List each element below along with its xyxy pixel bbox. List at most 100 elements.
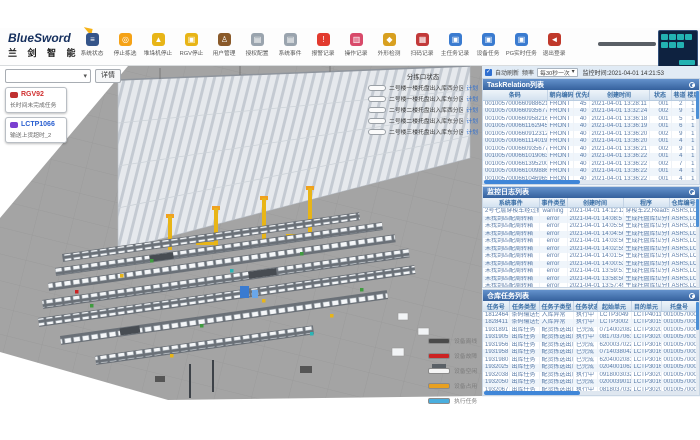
table-row[interactable]: 未找到匹配周转箱error2021-04-01 14:04:56生成托盘库位分配…: [483, 231, 697, 239]
table-row[interactable]: 未找到匹配周转箱error2021-04-01 14:05:56生成托盘库位分配…: [483, 223, 697, 231]
sorting-toggle[interactable]: [368, 96, 386, 103]
toolbar-item-device-tasks[interactable]: ▣设备任务: [472, 30, 505, 64]
table-row[interactable]: 未找到匹配周转箱error2021-04-01 14:01:54生成托盘库位分配…: [483, 253, 697, 261]
sorting-toggle[interactable]: [368, 85, 386, 92]
table-row[interactable]: 00100570006610098861FRONT402021-04-01 13…: [483, 168, 697, 176]
column-header[interactable]: 条码: [483, 90, 547, 100]
mini-panel[interactable]: [658, 30, 698, 68]
toolbar-item-rgv-stop[interactable]: ▣RGV停止: [175, 30, 208, 64]
vertical-scrollbar[interactable]: [696, 301, 699, 395]
mini-square-icon[interactable]: [677, 42, 684, 48]
table-row[interactable]: 1812464条码输送任务入库异常执行中LCTP3049LCTP40110010…: [483, 311, 697, 319]
header-drag-bar[interactable]: [598, 42, 656, 46]
table-row[interactable]: 2号七层穿梭车经过拥堵,无法抵达warning2021-04-01 14:12:…: [483, 208, 697, 216]
scroll-thumb[interactable]: [484, 391, 580, 395]
table-row[interactable]: 1932038出库任务配货拣选出库执行中0918003032LCTP302000…: [483, 372, 697, 380]
toolbar-item-auth-config[interactable]: ▤授权配置: [241, 30, 274, 64]
scroll-thumb[interactable]: [484, 180, 580, 184]
toolbar-item-stop-picking[interactable]: ◎停止拣选: [109, 30, 142, 64]
mini-square-icon[interactable]: [661, 34, 668, 40]
mini-square-icon[interactable]: [669, 42, 676, 48]
table-row[interactable]: 未找到匹配周转箱error2021-04-01 13:58:50生成托盘库位分配…: [483, 276, 697, 284]
mini-square-icon[interactable]: [669, 34, 676, 40]
warehouse-3d-scene[interactable]: ▾ 详情 RGV92长时间未完成任务LCTP1066输送上货超时_2 分拣口状态…: [0, 66, 482, 400]
toolbar-item-user-manage[interactable]: ♙用户管理: [208, 30, 241, 64]
toolbar-item-pg-realtime-tasks[interactable]: ▣PG实时任务: [505, 30, 538, 64]
vertical-scrollbar[interactable]: [696, 198, 699, 288]
table-row[interactable]: 未找到匹配周转箱error2021-04-01 14:02:55生成托盘库位分配…: [483, 246, 697, 254]
sorting-plan-link[interactable]: 计划: [466, 83, 478, 92]
column-header[interactable]: 巷道: [671, 90, 685, 100]
table-row[interactable]: 1931905出库任务配货拣选出库执行中0817037061LCTP302000…: [483, 334, 697, 342]
table-row[interactable]: 1931958出库任务配货拣选出库已完成0714038042LCTP301600…: [483, 349, 697, 357]
scroll-thumb[interactable]: [696, 302, 699, 330]
column-header[interactable]: 任务子类型: [539, 301, 573, 311]
sorting-plan-link[interactable]: 计划: [466, 116, 478, 125]
vertical-scrollbar[interactable]: [696, 90, 699, 184]
toolbar-item-shape-detect[interactable]: ◆外形检测: [373, 30, 406, 64]
table-row[interactable]: 00100570006610190639FRONT402021-04-01 13…: [483, 153, 697, 161]
mini-panel-button[interactable]: [679, 60, 695, 65]
panel-refresh-icon[interactable]: [689, 189, 695, 195]
freq-select[interactable]: 每30秒一次▾: [537, 68, 578, 77]
sorting-plan-link[interactable]: 计划: [466, 105, 478, 114]
column-header[interactable]: 创建时间: [567, 198, 623, 208]
toolbar-item-main-task-records[interactable]: ▣主任务记录: [439, 30, 472, 64]
toolbar-item-system-status[interactable]: ≡系统状态: [76, 30, 109, 64]
panel-refresh-icon[interactable]: [689, 293, 695, 299]
column-header[interactable]: 仓库编号: [669, 198, 697, 208]
toolbar-item-stacker-stop[interactable]: ▲堆垛机停止: [142, 30, 175, 64]
mini-square-icon[interactable]: [677, 34, 684, 40]
table-row[interactable]: 00100570006609886219FRONT452021-04-01 13…: [483, 100, 697, 108]
column-header[interactable]: 朝向编码: [547, 90, 573, 100]
alert-card[interactable]: LCTP1066输送上货超时_2: [5, 117, 67, 143]
sorting-plan-link[interactable]: 计划: [466, 94, 478, 103]
sorting-plan-link[interactable]: 计划: [466, 127, 478, 136]
mini-square-icon[interactable]: [661, 42, 668, 48]
sorting-toggle[interactable]: [368, 107, 386, 114]
table-row[interactable]: 1828411条码输送任务入库异常执行中LCTP3002LCTP30150010…: [483, 319, 697, 327]
table-row[interactable]: 00100570006609123123FRONT402021-04-01 13…: [483, 131, 697, 139]
panel-refresh-icon[interactable]: [689, 82, 695, 88]
table-row[interactable]: 00100570006609356770FRONT402021-04-01 13…: [483, 108, 697, 116]
auto-refresh-checkbox[interactable]: ✓: [485, 69, 492, 76]
table-row[interactable]: 1931891出库任务配货拣选出库已完成0714002082LCTP302000…: [483, 327, 697, 335]
table-row[interactable]: 00100570006611629457FRONT402021-04-01 13…: [483, 123, 697, 131]
toolbar-item-logout[interactable]: ◄退出登录: [538, 30, 571, 64]
table-row[interactable]: 00100570006613952005FRONT402021-04-01 13…: [483, 161, 697, 169]
sorting-toggle[interactable]: [368, 129, 386, 136]
scroll-thumb[interactable]: [696, 91, 699, 119]
alert-card[interactable]: RGV92长时间未完成任务: [5, 87, 67, 113]
table-row[interactable]: 未找到匹配周转箱error2021-04-01 14:03:56生成托盘库位分配…: [483, 238, 697, 246]
toolbar-item-operation-records[interactable]: ▥操作记录: [340, 30, 373, 64]
column-header[interactable]: 目的单元: [631, 301, 661, 311]
column-header[interactable]: 状态: [649, 90, 671, 100]
column-header[interactable]: 事件类型: [539, 198, 567, 208]
column-header[interactable]: 起始单元: [597, 301, 631, 311]
toolbar-item-scan-records[interactable]: ▦扫码记录: [406, 30, 439, 64]
table-row[interactable]: 1932025出库任务配货拣选出库已完成0204001062LCTP301600…: [483, 364, 697, 372]
column-header[interactable]: 优先级: [573, 90, 589, 100]
detail-button[interactable]: 详情: [95, 69, 121, 83]
table-row[interactable]: 未找到匹配周转箱error2021-04-01 13:59:51生成托盘库位分配…: [483, 268, 697, 276]
mini-square-icon[interactable]: [685, 34, 692, 40]
column-header[interactable]: 系统事件: [483, 198, 539, 208]
scroll-thumb[interactable]: [696, 199, 699, 227]
device-select[interactable]: ▾: [5, 69, 91, 83]
table-row[interactable]: 00100570006609582162FRONT402021-04-01 13…: [483, 116, 697, 124]
table-row[interactable]: 1932050出库任务配货拣选出库已完成0200039011LCTP301600…: [483, 379, 697, 387]
table-row[interactable]: 未找到匹配周转箱error2021-04-01 13:57:49生成托盘库位分配…: [483, 283, 697, 288]
column-header[interactable]: 托盘号: [661, 301, 697, 311]
toolbar-item-alarm-records[interactable]: !报警记录: [307, 30, 340, 64]
table-row[interactable]: 00100570006611140190FRONT402021-04-01 13…: [483, 138, 697, 146]
column-header[interactable]: 创建时间: [589, 90, 649, 100]
column-header[interactable]: 任务号: [483, 301, 509, 311]
toolbar-item-system-events[interactable]: ▤系统事件: [274, 30, 307, 64]
column-header[interactable]: 任务状态: [573, 301, 597, 311]
table-row[interactable]: 1931956出库任务配货拣选出库已完成6200037022LCTP301600…: [483, 342, 697, 350]
table-row[interactable]: 未找到匹配周转箱error2021-04-01 14:08:57生成托盘库位分配…: [483, 216, 697, 224]
table-row[interactable]: 未找到匹配周转箱error2021-04-01 14:00:52生成托盘库位分配…: [483, 261, 697, 269]
horizontal-scrollbar[interactable]: [483, 391, 697, 395]
column-header[interactable]: 任务类型: [509, 301, 539, 311]
column-header[interactable]: 程序: [623, 198, 669, 208]
